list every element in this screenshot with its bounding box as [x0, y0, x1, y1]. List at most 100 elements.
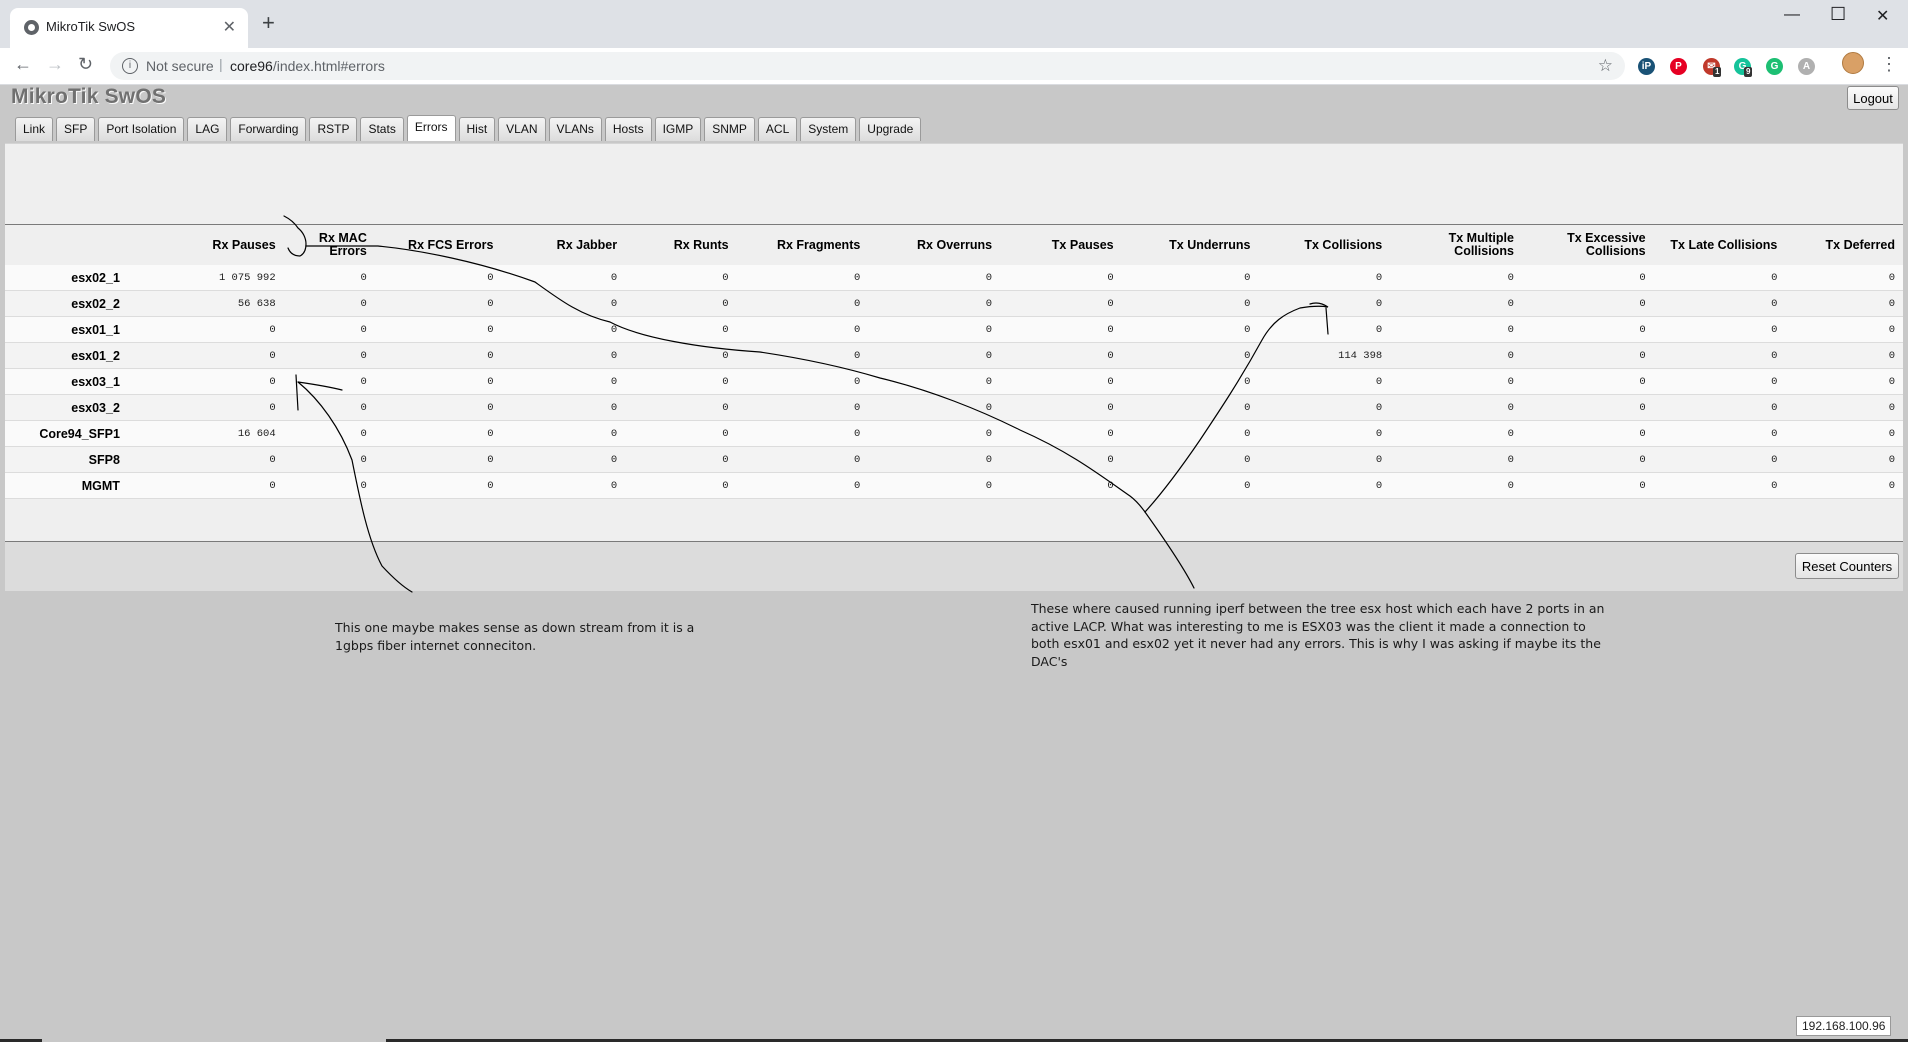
back-arrow-icon[interactable]: ← [14, 54, 32, 75]
profile-avatar[interactable] [1842, 52, 1864, 74]
forward-arrow-icon[interactable]: → [46, 54, 64, 75]
bookmark-star-icon[interactable]: ☆ [1598, 56, 1613, 76]
address-bar[interactable]: i Not secure | core96/index.html#errors … [110, 52, 1625, 80]
counter-value: 0 [1521, 368, 1654, 395]
tab-close-icon[interactable]: ✕ [223, 17, 236, 37]
footer-bar [5, 542, 1903, 591]
url-text[interactable]: core96/index.html#errors [230, 58, 385, 74]
counter-value: 0 [736, 446, 869, 473]
counter-value: 0 [1785, 472, 1903, 499]
counter-value: 0 [1521, 420, 1654, 447]
counter-value: 0 [625, 446, 737, 473]
counter-value: 0 [625, 368, 737, 395]
tab-hosts[interactable]: Hosts [604, 117, 652, 141]
counter-value: 0 [283, 265, 375, 291]
table-row: esx03_2 0 0 0 0 0 0 0 0 0 0 0 0 0 0 [5, 394, 1903, 421]
tab-vlan[interactable]: VLAN [498, 117, 546, 141]
counter-value: 0 [1521, 394, 1654, 421]
browser-tab[interactable]: MikroTik SwOS ✕ [10, 8, 248, 48]
port-name: SFP8 [5, 446, 152, 473]
grammarly-g-icon[interactable]: G [1766, 58, 1783, 75]
security-label: Not secure [146, 58, 214, 74]
info-icon[interactable]: i [122, 58, 138, 74]
counter-value: 0 [868, 316, 1001, 343]
counter-value: 0 [1653, 446, 1786, 473]
url-host: core96 [230, 58, 273, 74]
globe-icon [24, 20, 39, 35]
counter-value: 0 [736, 316, 869, 343]
tab-lag[interactable]: LAG [187, 117, 228, 141]
counter-value: 0 [501, 446, 626, 473]
table-row: MGMT 0 0 0 0 0 0 0 0 0 0 0 0 0 0 [5, 472, 1903, 499]
counter-value: 0 [736, 290, 869, 317]
window-close-icon[interactable]: ✕ [1876, 6, 1889, 26]
column-header: Tx Multiple Collisions [1390, 225, 1522, 265]
counter-value: 0 [151, 342, 284, 369]
new-tab-button[interactable]: + [262, 12, 275, 34]
counter-value: 0 [625, 420, 737, 447]
counter-value: 0 [374, 446, 502, 473]
table-header-row: Rx Pauses Rx MAC Errors Rx FCS Errors Rx Ja… [5, 225, 1903, 265]
counter-value: 0 [1258, 420, 1391, 447]
table-row: esx01_1 0 0 0 0 0 0 0 0 0 0 0 0 0 0 [5, 316, 1903, 343]
counter-value: 0 [736, 342, 869, 369]
counter-value: 1 075 992 [151, 265, 284, 291]
pinterest-icon[interactable]: P [1670, 58, 1687, 75]
tab-rstp[interactable]: RSTP [309, 117, 358, 141]
tab-system[interactable]: System [800, 117, 857, 141]
counter-value: 0 [1000, 394, 1122, 421]
logout-button[interactable]: Logout [1847, 86, 1899, 110]
minimize-icon[interactable]: — [1784, 6, 1800, 24]
port-name: esx02_2 [5, 290, 152, 317]
tab-port-isolation[interactable]: Port Isolation [98, 117, 185, 141]
tab-stats[interactable]: Stats [360, 117, 404, 141]
counter-value: 0 [374, 290, 502, 317]
tab-acl[interactable]: ACL [757, 117, 798, 141]
acrobat-icon[interactable]: A [1798, 58, 1815, 75]
counter-value: 0 [374, 394, 502, 421]
grammarly-icon[interactable]: G9 [1734, 58, 1753, 77]
column-header: Tx Underruns [1121, 225, 1259, 265]
counter-value: 0 [1653, 290, 1786, 317]
ip-extension-icon[interactable]: iP [1638, 58, 1655, 75]
counter-value: 0 [501, 342, 626, 369]
counter-value: 0 [374, 265, 502, 291]
tab-upgrade[interactable]: Upgrade [859, 117, 922, 141]
counter-value: 0 [1121, 316, 1259, 343]
tab-hist[interactable]: Hist [458, 117, 496, 141]
counter-value: 0 [868, 394, 1001, 421]
counter-value: 0 [1390, 342, 1522, 369]
counter-value: 0 [1785, 265, 1903, 291]
tab-igmp[interactable]: IGMP [654, 117, 702, 141]
counter-value: 0 [1785, 446, 1903, 473]
counter-value: 0 [1390, 368, 1522, 395]
tab-forwarding[interactable]: Forwarding [230, 117, 307, 141]
counter-value: 0 [1521, 472, 1654, 499]
tab-errors[interactable]: Errors [406, 115, 456, 141]
port-name: Core94_SFP1 [5, 420, 152, 447]
maximize-icon[interactable]: ☐ [1830, 4, 1846, 25]
counter-value: 0 [868, 420, 1001, 447]
port-name: esx01_2 [5, 342, 152, 369]
browser-menu-icon[interactable]: ⋮ [1880, 54, 1898, 75]
mail-extension-icon[interactable]: ✉ 1 [1703, 58, 1722, 77]
tab-vlans[interactable]: VLANs [548, 117, 602, 141]
reload-icon[interactable]: ↻ [78, 54, 93, 75]
counter-value: 0 [151, 368, 284, 395]
reset-counters-button[interactable]: Reset Counters [1795, 553, 1899, 579]
counter-value: 0 [501, 472, 626, 499]
tab-link[interactable]: Link [15, 117, 54, 141]
counter-value: 0 [868, 446, 1001, 473]
counter-value: 0 [1121, 394, 1259, 421]
counter-value: 0 [1121, 472, 1259, 499]
tab-sfp[interactable]: SFP [56, 117, 96, 141]
counter-value: 0 [625, 265, 737, 291]
tab-snmp[interactable]: SNMP [704, 117, 755, 141]
table-row: esx03_1 0 0 0 0 0 0 0 0 0 0 0 0 0 0 [5, 368, 1903, 395]
counter-value: 0 [151, 472, 284, 499]
table-row: SFP8 0 0 0 0 0 0 0 0 0 0 0 0 0 0 [5, 446, 1903, 473]
counter-value: 0 [1785, 290, 1903, 317]
table-row: esx02_2 56 638 0 0 0 0 0 0 0 0 0 0 0 0 0 [5, 290, 1903, 317]
counter-value: 0 [868, 368, 1001, 395]
counter-value: 0 [1653, 394, 1786, 421]
